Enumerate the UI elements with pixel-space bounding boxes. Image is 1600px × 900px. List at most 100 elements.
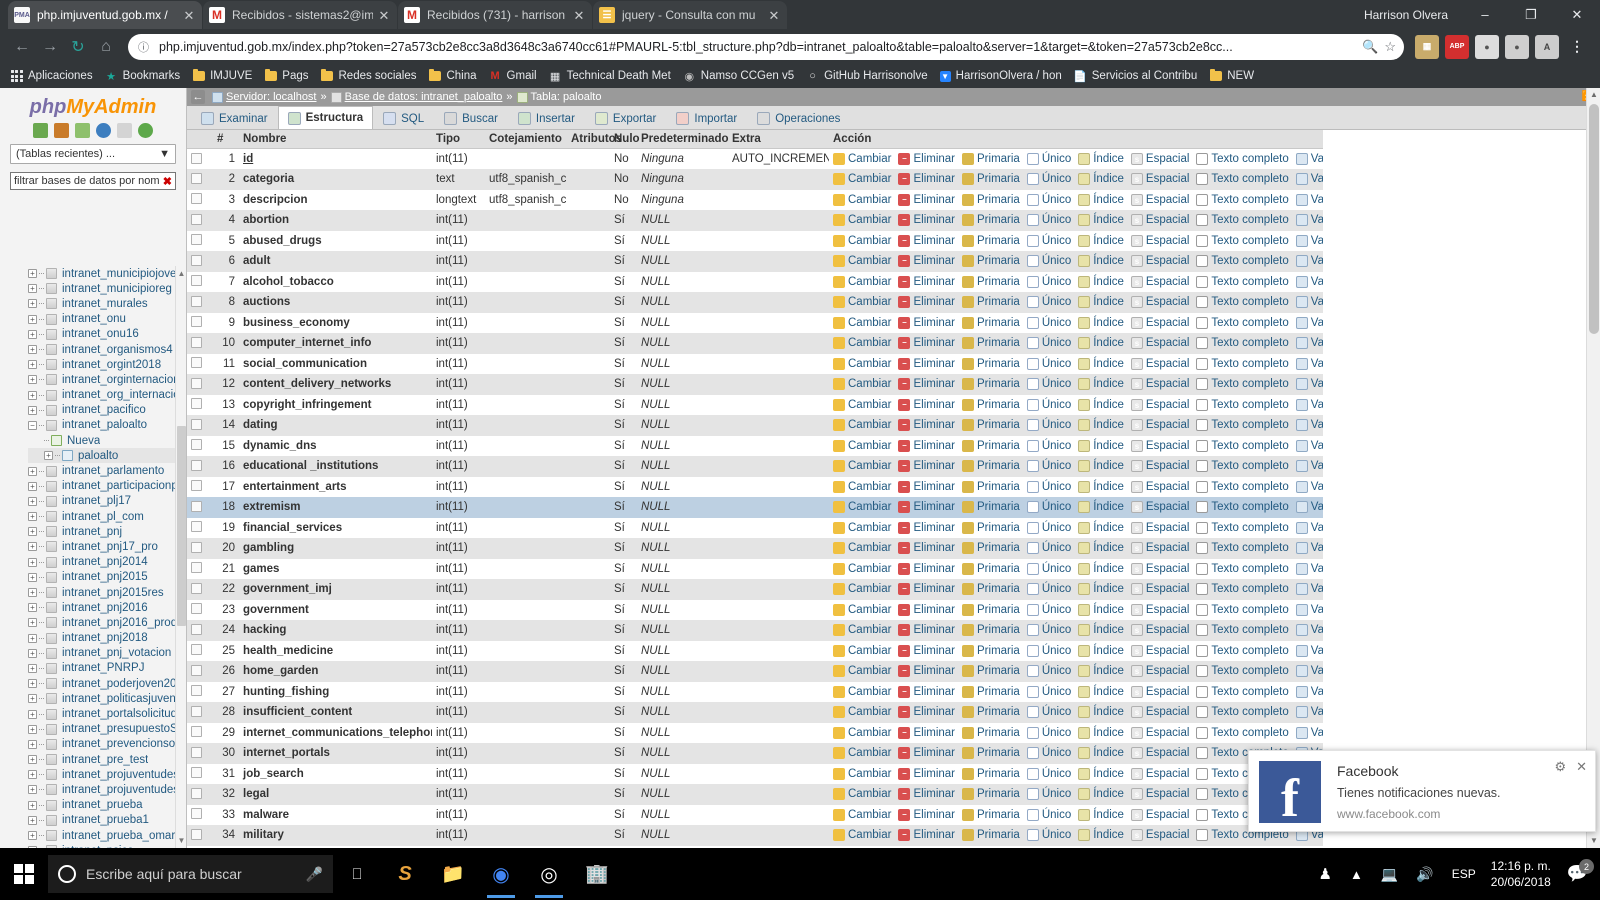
table-row[interactable]: 3 descripcion longtext utf8_spanish_ci No Nin…	[187, 189, 1323, 210]
row-checkbox-cell[interactable]	[187, 763, 213, 784]
action-ndice[interactable]: Índice	[1078, 316, 1124, 329]
table-row[interactable]: 8 auctions int(11) Sí NULL Cambiar – Eliminar Pr…	[187, 292, 1323, 313]
action-ndice[interactable]: Índice	[1078, 788, 1124, 801]
table-row[interactable]: 31 job_search int(11) Sí NULL Cambiar – Elimina…	[187, 763, 1323, 784]
close-window-button[interactable]: ✕	[1554, 0, 1600, 29]
keepass-icon[interactable]: ●	[1505, 34, 1529, 59]
action-eliminar[interactable]: – Eliminar	[898, 378, 955, 391]
row-checkbox-cell[interactable]	[187, 538, 213, 559]
action-valoresdistintos[interactable]: Valores distintos	[1295, 398, 1323, 411]
action-primaria[interactable]: Primaria	[962, 275, 1020, 288]
action-textocompleto[interactable]: TTexto completo	[1196, 378, 1289, 391]
action-ndice[interactable]: Índice	[1078, 357, 1124, 370]
expand-icon[interactable]: +	[28, 466, 37, 476]
table-row[interactable]: 7 alcohol_tobacco int(11) Sí NULL Cambiar – Eli…	[187, 271, 1323, 292]
row-checkbox[interactable]	[191, 295, 202, 307]
expand-icon[interactable]: +	[28, 633, 37, 643]
sublime-text-icon[interactable]: S	[381, 848, 429, 900]
bookmark-china[interactable]: China	[422, 66, 482, 86]
home-icon[interactable]: ⌂	[92, 33, 120, 61]
action-nico[interactable]: u Único	[1026, 378, 1071, 391]
nav-tab-estructura[interactable]: Estructura	[277, 106, 374, 129]
expand-icon[interactable]: +	[28, 679, 37, 689]
action-espacial[interactable]: s Espacial	[1130, 583, 1189, 596]
cell-name[interactable]: content_delivery_networks	[239, 374, 432, 395]
action-cambiar[interactable]: Cambiar	[833, 460, 891, 473]
sql-icon[interactable]	[75, 123, 90, 138]
action-valoresdistintos[interactable]: Valores distintos	[1295, 624, 1323, 637]
row-checkbox[interactable]	[191, 685, 202, 697]
action-primaria[interactable]: Primaria	[962, 665, 1020, 678]
row-checkbox-cell[interactable]	[187, 497, 213, 518]
expand-icon[interactable]: +	[28, 269, 37, 279]
scroll-up-icon[interactable]: ▲	[1587, 88, 1600, 102]
close-icon[interactable]: ✕	[1576, 759, 1587, 775]
action-espacial[interactable]: s Espacial	[1130, 665, 1189, 678]
row-checkbox-cell[interactable]	[187, 743, 213, 764]
action-valoresdistintos[interactable]: Valores distintos	[1295, 214, 1323, 227]
db-tree-item[interactable]: + intranet_plj17	[28, 494, 186, 509]
nav-tab-examinar[interactable]: Examinar	[191, 107, 278, 129]
db-tree-item[interactable]: + intranet_politicasjuventud	[28, 691, 186, 706]
action-eliminar[interactable]: – Eliminar	[898, 460, 955, 473]
action-cambiar[interactable]: Cambiar	[833, 788, 891, 801]
action-textocompleto[interactable]: TTexto completo	[1196, 480, 1289, 493]
expand-icon[interactable]: +	[44, 451, 53, 461]
action-primaria[interactable]: Primaria	[962, 337, 1020, 350]
row-checkbox-cell[interactable]	[187, 702, 213, 723]
action-nico[interactable]: u Único	[1026, 644, 1071, 657]
action-cambiar[interactable]: Cambiar	[833, 706, 891, 719]
action-valoresdistintos[interactable]: Valores distintos	[1295, 665, 1323, 678]
action-valoresdistintos[interactable]: Valores distintos	[1295, 501, 1323, 514]
action-primaria[interactable]: Primaria	[962, 255, 1020, 268]
db-filter-input[interactable]: filtrar bases de datos por nom ✖	[10, 172, 176, 190]
db-tree-new-table[interactable]: Nueva	[28, 433, 186, 448]
action-eliminar[interactable]: – Eliminar	[898, 173, 955, 186]
angular-devtools-icon[interactable]: A	[1535, 34, 1559, 59]
db-tree-item[interactable]: + intranet_pnj2015res	[28, 585, 186, 600]
action-ndice[interactable]: Índice	[1078, 439, 1124, 452]
table-row[interactable]: 4 abortion int(11) Sí NULL Cambiar – Eliminar Pr…	[187, 210, 1323, 231]
calculator-extension-icon[interactable]: ▦	[1415, 34, 1439, 59]
action-valoresdistintos[interactable]: Valores distintos	[1295, 296, 1323, 309]
action-cambiar[interactable]: Cambiar	[833, 665, 891, 678]
action-primaria[interactable]: Primaria	[962, 685, 1020, 698]
action-cambiar[interactable]: Cambiar	[833, 829, 891, 842]
back-icon[interactable]: ←	[8, 33, 36, 61]
action-primaria[interactable]: Primaria	[962, 583, 1020, 596]
action-cambiar[interactable]: Cambiar	[833, 624, 891, 637]
row-checkbox-cell[interactable]	[187, 394, 213, 415]
table-row[interactable]: 20 gambling int(11) Sí NULL Cambiar – Eliminar P…	[187, 538, 1323, 559]
table-row[interactable]: 2 categoria text utf8_spanish_ci No Ninguna Ca…	[187, 169, 1323, 190]
action-ndice[interactable]: Índice	[1078, 398, 1124, 411]
table-row[interactable]: 15 dynamic_dns int(11) Sí NULL Cambiar – Elimin…	[187, 435, 1323, 456]
action-eliminar[interactable]: – Eliminar	[898, 501, 955, 514]
nav-tab-buscar[interactable]: Buscar	[434, 107, 508, 129]
action-nico[interactable]: u Único	[1026, 726, 1071, 739]
action-nico[interactable]: u Único	[1026, 193, 1071, 206]
action-eliminar[interactable]: – Eliminar	[898, 234, 955, 247]
row-checkbox-cell[interactable]	[187, 312, 213, 333]
action-nico[interactable]: u Único	[1026, 521, 1071, 534]
expand-icon[interactable]: +	[28, 739, 37, 749]
action-eliminar[interactable]: – Eliminar	[898, 316, 955, 329]
db-tree-item[interactable]: + intranet_projuventudes	[28, 767, 186, 782]
action-ndice[interactable]: Índice	[1078, 296, 1124, 309]
row-checkbox[interactable]	[191, 603, 202, 615]
action-espacial[interactable]: s Espacial	[1130, 316, 1189, 329]
breadcrumb-database[interactable]: Base de datos: intranet_paloalto	[330, 91, 502, 103]
action-eliminar[interactable]: – Eliminar	[898, 439, 955, 452]
action-eliminar[interactable]: – Eliminar	[898, 583, 955, 596]
row-checkbox[interactable]	[191, 377, 202, 389]
action-valoresdistintos[interactable]: Valores distintos	[1295, 153, 1323, 165]
expand-icon[interactable]: +	[28, 770, 37, 780]
cell-name[interactable]: dynamic_dns	[239, 435, 432, 456]
bookmark-servicios-contribuyente[interactable]: 📄 Servicios al Contribu	[1068, 66, 1203, 86]
bookmark-pags[interactable]: Pags	[258, 66, 314, 86]
row-checkbox[interactable]	[191, 726, 202, 738]
action-nico[interactable]: u Único	[1026, 173, 1071, 186]
action-espacial[interactable]: s Espacial	[1130, 439, 1189, 452]
action-espacial[interactable]: s Espacial	[1130, 747, 1189, 760]
action-eliminar[interactable]: – Eliminar	[898, 562, 955, 575]
action-nico[interactable]: u Único	[1026, 153, 1071, 165]
